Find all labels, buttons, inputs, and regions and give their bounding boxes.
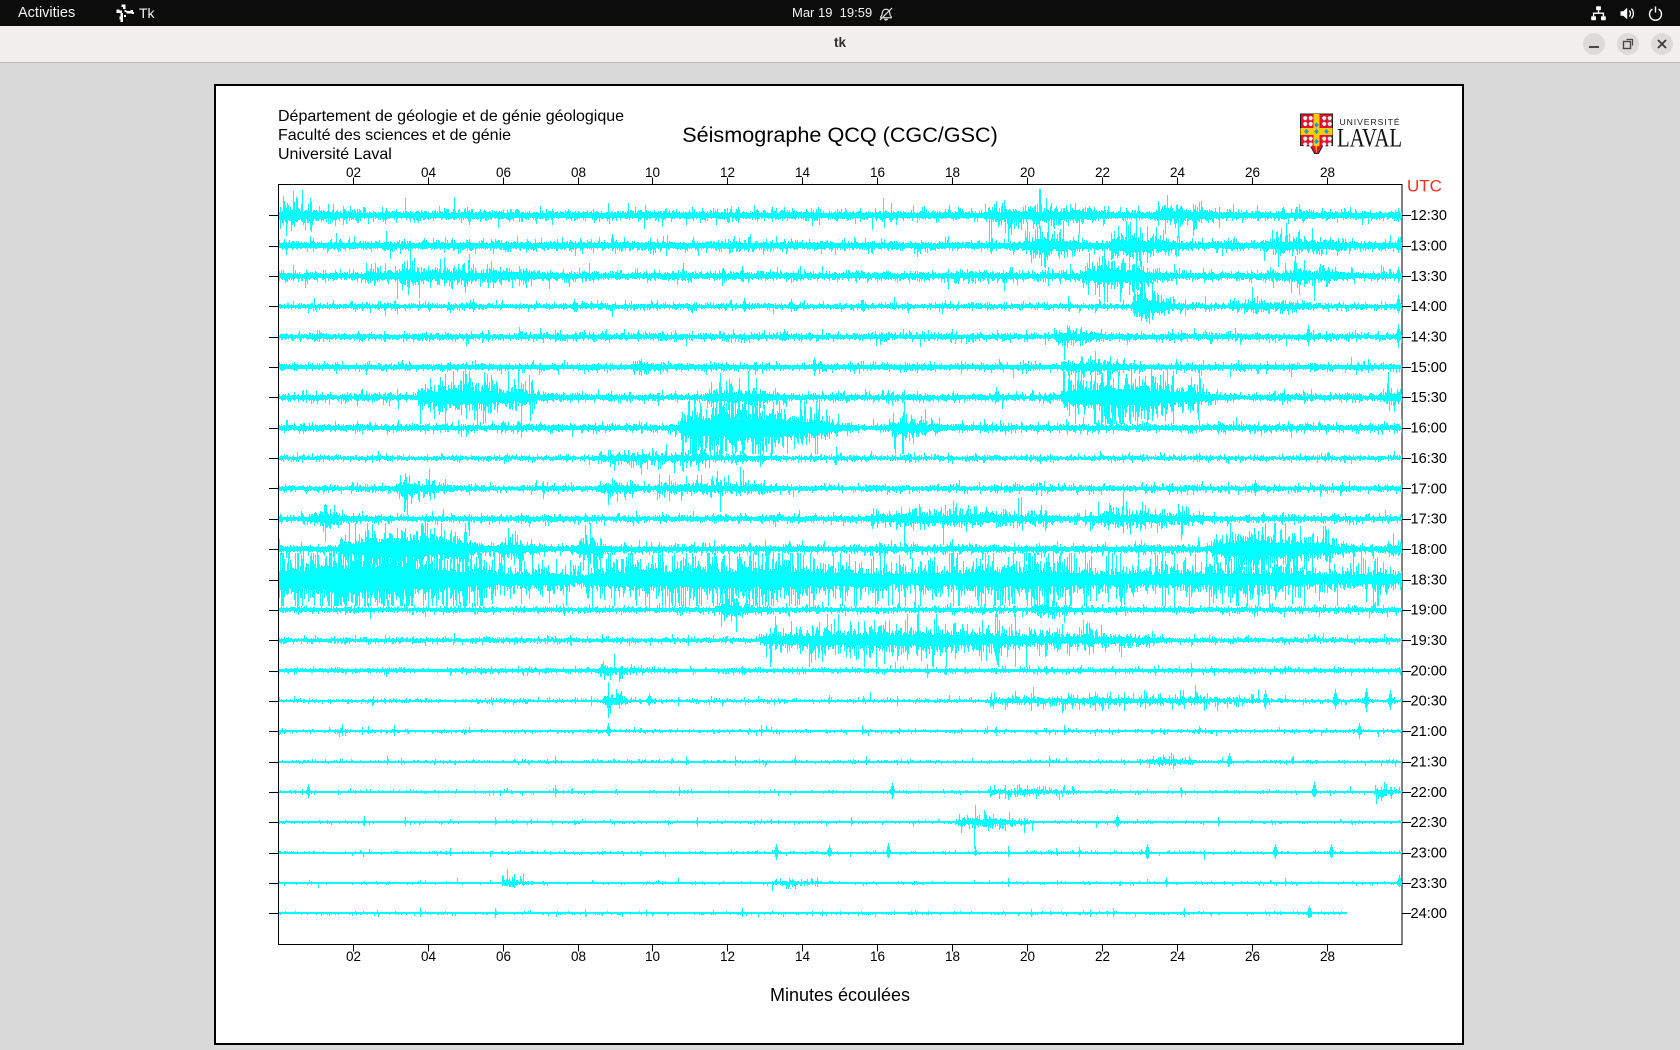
svg-text:10: 10 bbox=[645, 949, 660, 964]
svg-text:18: 18 bbox=[945, 165, 960, 180]
svg-text:17:00: 17:00 bbox=[1411, 481, 1448, 497]
svg-text:13:30: 13:30 bbox=[1411, 269, 1448, 285]
svg-text:04: 04 bbox=[421, 949, 437, 964]
svg-text:15:30: 15:30 bbox=[1411, 390, 1448, 406]
svg-text:12: 12 bbox=[720, 165, 735, 180]
svg-text:20: 20 bbox=[1020, 165, 1035, 180]
svg-text:19:30: 19:30 bbox=[1411, 633, 1448, 649]
svg-text:22:30: 22:30 bbox=[1411, 815, 1448, 831]
svg-text:04: 04 bbox=[421, 165, 437, 180]
svg-text:13:00: 13:00 bbox=[1411, 239, 1448, 255]
svg-text:17:30: 17:30 bbox=[1411, 512, 1448, 528]
svg-text:Université Laval: Université Laval bbox=[278, 146, 392, 163]
svg-text:23:30: 23:30 bbox=[1411, 876, 1448, 892]
svg-text:12:30: 12:30 bbox=[1411, 208, 1448, 224]
svg-text:12: 12 bbox=[720, 949, 735, 964]
svg-text:16: 16 bbox=[870, 949, 885, 964]
svg-text:14: 14 bbox=[795, 165, 811, 180]
svg-text:23:00: 23:00 bbox=[1411, 846, 1448, 862]
svg-text:20:30: 20:30 bbox=[1411, 694, 1448, 710]
svg-text:21:30: 21:30 bbox=[1411, 754, 1448, 770]
svg-text:26: 26 bbox=[1245, 949, 1260, 964]
svg-text:UTC: UTC bbox=[1407, 177, 1442, 196]
svg-text:21:00: 21:00 bbox=[1411, 724, 1448, 740]
svg-text:06: 06 bbox=[496, 949, 511, 964]
svg-text:16:00: 16:00 bbox=[1411, 421, 1448, 437]
svg-text:16:30: 16:30 bbox=[1411, 451, 1448, 467]
svg-text:18: 18 bbox=[945, 949, 960, 964]
svg-text:02: 02 bbox=[346, 165, 361, 180]
svg-text:28: 28 bbox=[1320, 165, 1335, 180]
svg-text:Faculté des sciences et de gén: Faculté des sciences et de génie bbox=[278, 127, 511, 144]
svg-text:14:30: 14:30 bbox=[1411, 330, 1448, 346]
svg-text:08: 08 bbox=[571, 165, 586, 180]
svg-text:24: 24 bbox=[1170, 949, 1186, 964]
svg-text:Département de géologie et de: Département de géologie et de génie géol… bbox=[278, 108, 624, 125]
svg-text:22: 22 bbox=[1095, 165, 1110, 180]
svg-text:22:00: 22:00 bbox=[1411, 785, 1448, 801]
svg-text:Séismographe QCQ (CGC/GSC): Séismographe QCQ (CGC/GSC) bbox=[682, 122, 998, 147]
svg-text:20: 20 bbox=[1020, 949, 1035, 964]
svg-text:22: 22 bbox=[1095, 949, 1110, 964]
svg-text:15:00: 15:00 bbox=[1411, 360, 1448, 376]
svg-text:18:30: 18:30 bbox=[1411, 572, 1448, 588]
svg-text:LAVAL: LAVAL bbox=[1337, 124, 1402, 153]
svg-text:Minutes écoulées: Minutes écoulées bbox=[770, 985, 910, 1005]
svg-text:10: 10 bbox=[645, 165, 660, 180]
svg-text:20:00: 20:00 bbox=[1411, 663, 1448, 679]
svg-text:19:00: 19:00 bbox=[1411, 603, 1448, 619]
svg-text:28: 28 bbox=[1320, 949, 1335, 964]
svg-text:08: 08 bbox=[571, 949, 586, 964]
svg-text:24:00: 24:00 bbox=[1411, 906, 1448, 922]
svg-text:14:00: 14:00 bbox=[1411, 299, 1448, 315]
svg-text:14: 14 bbox=[795, 949, 811, 964]
svg-text:16: 16 bbox=[870, 165, 885, 180]
svg-text:24: 24 bbox=[1170, 165, 1186, 180]
svg-text:26: 26 bbox=[1245, 165, 1260, 180]
svg-text:18:00: 18:00 bbox=[1411, 542, 1448, 558]
svg-text:06: 06 bbox=[496, 165, 511, 180]
svg-text:02: 02 bbox=[346, 949, 361, 964]
